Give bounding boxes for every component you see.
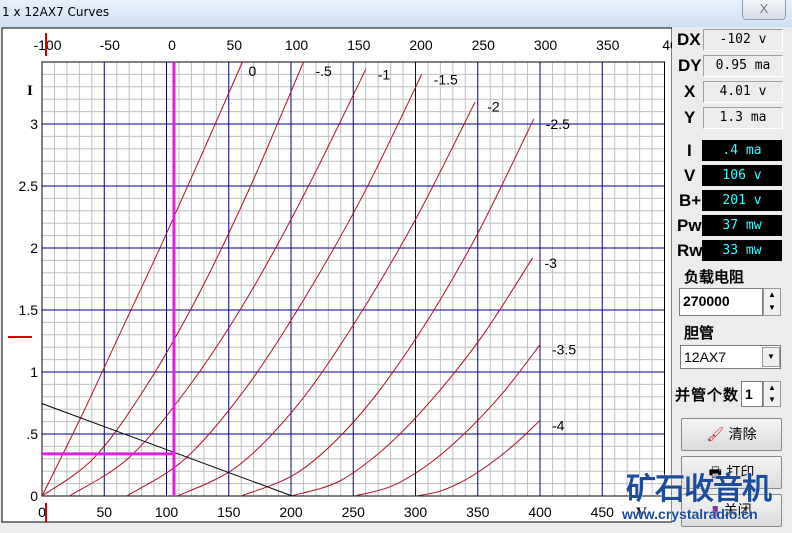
top-axis-tick-label: 250 [472,37,496,53]
spin-down-icon[interactable]: ▼ [764,302,780,315]
x-value: 4.01 v [703,81,783,103]
spin-up-icon[interactable]: ▲ [764,289,780,302]
chevron-down-icon[interactable]: ▼ [762,347,780,367]
x-tick-label: 200 [279,504,303,520]
x-tick-label: 100 [155,504,179,520]
i-value: .4 ma [702,140,782,161]
x-tick-label: 50 [96,504,112,520]
watermark-title: 矿石收音机 [626,472,772,507]
y-tick-label: 3 [30,116,38,132]
x-tick-label: 250 [342,504,366,520]
curve-label: -2.5 [546,116,570,132]
x-tick-label: 0 [38,504,46,520]
v-value: 106 v [702,165,782,186]
x-label: X [684,82,696,101]
y-tick-label: 2.5 [19,178,39,194]
v-label: V [684,166,696,185]
window-close-button[interactable]: X [742,0,786,20]
curve-label: -3 [545,255,558,271]
parallel-count-input[interactable]: 1 [741,381,763,407]
y-label: Y [684,108,696,127]
top-axis-tick-label: -100 [33,37,61,53]
watermark: 矿石收音机 www.crystalradio.cn [622,472,772,523]
top-axis-tick-label: 350 [596,37,620,53]
tube-label: 胆管 [684,324,715,342]
load-resistor-input[interactable]: 270000 [679,288,763,316]
watermark-url: www.crystalradio.cn [622,506,758,522]
top-axis-tick-label: 50 [226,37,242,53]
rw-value: 33 mw [702,240,782,261]
spin-down-icon[interactable]: ▼ [764,394,780,406]
x-tick-label: 150 [217,504,241,520]
curve-label: -3.5 [552,342,576,358]
spin-up-icon[interactable]: ▲ [764,382,780,394]
parallel-count-label: 并管个数 [675,386,740,404]
i-label: I [687,141,692,160]
brush-icon: 🖌 [706,427,725,443]
x-tick-label: 350 [466,504,490,520]
curve-label: -1.5 [434,71,458,87]
curve-label: -4 [552,417,565,433]
dx-label: DX [677,30,701,49]
y-tick-label: 0 [30,488,38,504]
load-resistor-spinner[interactable]: ▲ ▼ [763,288,781,316]
dx-value: -102 v [703,29,783,51]
top-axis-tick-label: 300 [534,37,558,53]
top-axis-tick-label: -50 [100,37,120,53]
load-resistor-label: 负载电阻 [684,268,745,286]
top-axis-tick-label: 0 [168,37,176,53]
curve-label: -2 [487,99,500,115]
y-axis-label: I [27,83,33,99]
plate-curves-chart[interactable]: 0 50 100 150 200 250 300 350 400 4500.511.522.53-… [0,0,672,533]
curve-label: 0 [248,63,256,79]
x-tick-label: 450 [591,504,615,520]
y-tick-label: .5 [26,426,38,442]
top-axis-tick-label: 40 [662,37,672,53]
clear-button[interactable]: 🖌 清除 [681,418,782,451]
dy-label: DY [678,56,702,75]
pw-label: Pw [677,216,702,235]
y-tick-label: 1 [30,364,38,380]
top-axis-tick-label: 150 [347,37,371,53]
curve-label: -.5 [315,63,332,79]
x-tick-label: 400 [528,504,552,520]
y-tick-label: 1.5 [19,302,39,318]
curve-label: -1 [378,66,391,82]
rw-label: Rw [677,241,703,260]
pw-value: 37 mw [702,215,782,236]
parallel-count-spinner[interactable]: ▲ ▼ [763,381,781,407]
top-axis-tick-label: 100 [285,37,309,53]
top-axis-tick-label: 200 [409,37,433,53]
clear-label: 清除 [728,427,757,443]
tube-select-value: 12AX7 [684,349,727,365]
y-value: 1.3 ma [703,107,783,129]
x-tick-label: 300 [404,504,428,520]
bplus-value: 201 v [702,190,782,211]
bplus-label: B+ [679,191,702,210]
y-tick-label: 2 [30,240,38,256]
dy-value: 0.95 ma [703,55,783,77]
